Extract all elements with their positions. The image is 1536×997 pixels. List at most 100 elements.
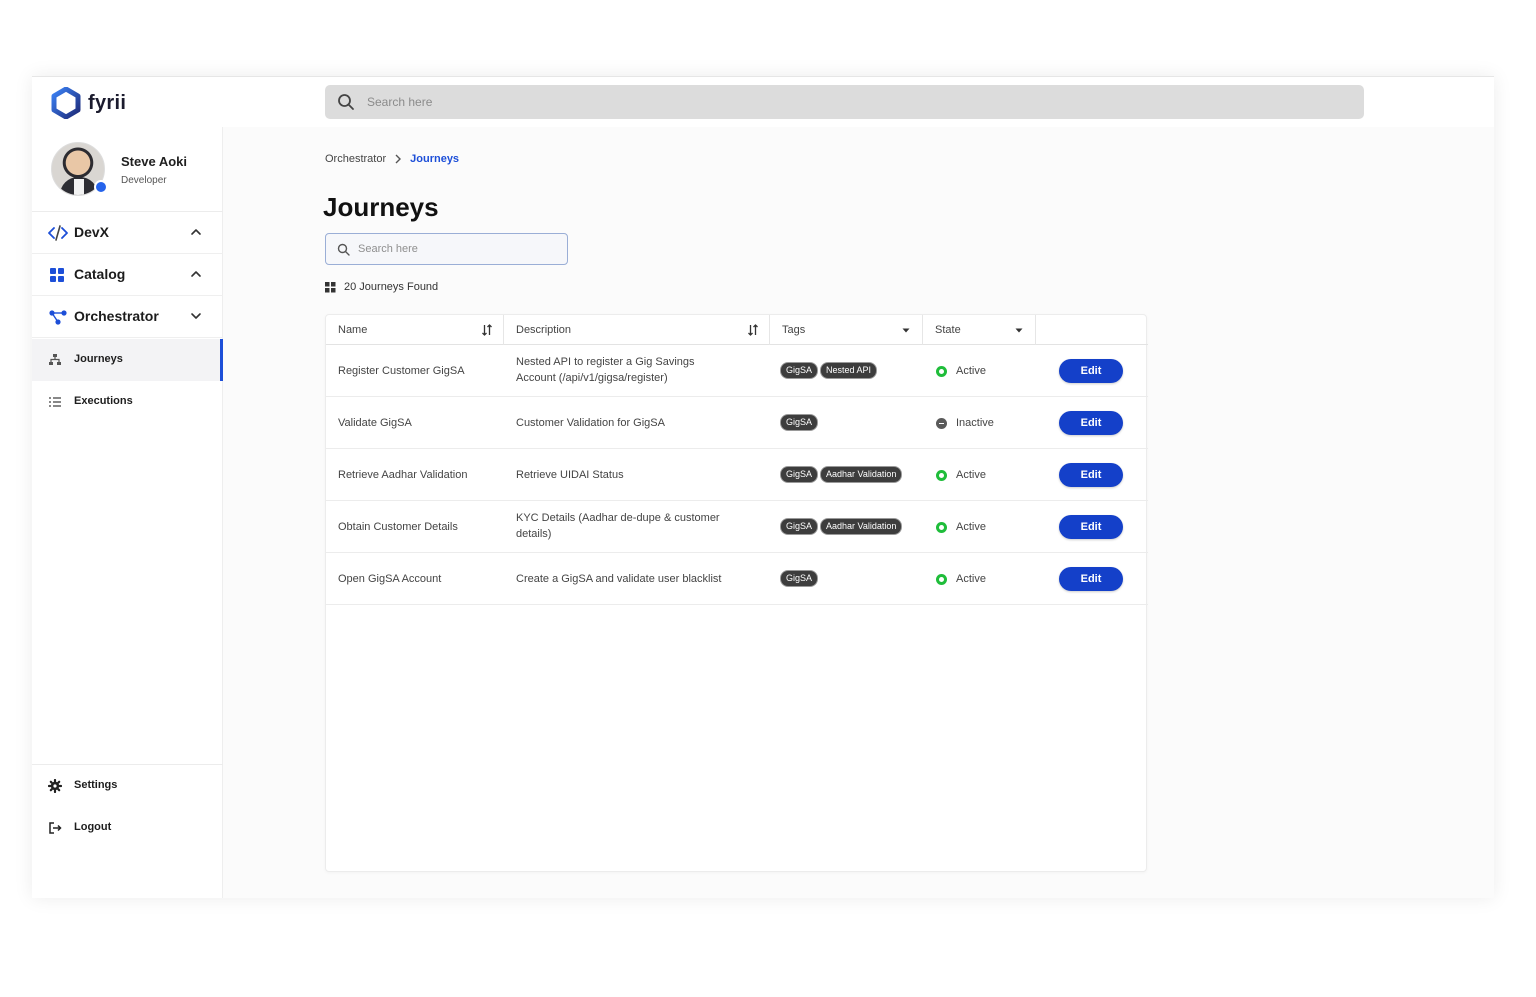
status-inactive-icon: [936, 417, 947, 429]
sidebar-group-catalog[interactable]: Catalog: [32, 254, 223, 296]
journey-tags: GigSA Aadhar Validation: [781, 467, 902, 482]
description-line: Nested API to register a Gig Savings: [516, 356, 695, 368]
chevron-up-icon[interactable]: [190, 226, 202, 238]
journey-tags: GigSA Nested API: [781, 363, 877, 378]
tag-badge[interactable]: Nested API: [821, 363, 877, 378]
sidebar: Steve Aoki Developer DevX Catalog Orches…: [32, 127, 223, 898]
sidebar-item-executions[interactable]: Executions: [32, 381, 223, 423]
status-active-icon: [936, 573, 947, 585]
sort-icon[interactable]: [481, 324, 493, 336]
gear-icon: [48, 779, 62, 793]
chevron-up-icon[interactable]: [190, 268, 202, 280]
sidebar-item-label: Logout: [74, 821, 112, 833]
journey-state: Active: [936, 467, 986, 483]
sidebar-footer: Settings Logout: [32, 764, 223, 834]
app-window: fyrii Search here Steve Aoki Developer D…: [32, 76, 1494, 898]
user-name: Steve Aoki: [121, 154, 187, 169]
edit-badge-icon: [94, 180, 108, 194]
results-count: 20 Journeys Found: [325, 281, 438, 293]
column-header-description[interactable]: Description: [504, 315, 770, 345]
status-active-icon: [936, 469, 947, 481]
tag-badge[interactable]: GigSA: [781, 467, 818, 482]
logo[interactable]: fyrii: [50, 87, 126, 119]
page-title: Journeys: [323, 192, 439, 222]
sidebar-item-label: Executions: [74, 395, 133, 407]
column-header-tags[interactable]: Tags: [770, 315, 923, 345]
global-search-placeholder: Search here: [367, 95, 433, 109]
status-active-icon: [936, 365, 947, 377]
app-name: fyrii: [88, 91, 127, 114]
table-row[interactable]: Validate GigSA Customer Validation for G…: [326, 397, 1148, 449]
chevron-right-icon: [395, 154, 402, 164]
tag-badge[interactable]: GigSA: [781, 571, 818, 586]
column-header-label: Name: [338, 324, 368, 336]
search-icon: [338, 94, 354, 110]
user-role: Developer: [121, 175, 167, 186]
sidebar-item-journeys[interactable]: Journeys: [32, 339, 223, 381]
description-line: KYC Details (Aadhar de-dupe & customer: [516, 512, 720, 524]
fyrii-logo-icon: [51, 87, 81, 119]
journey-name: Obtain Customer Details: [338, 521, 458, 533]
journeys-search-placeholder: Search here: [358, 243, 418, 255]
column-header-name[interactable]: Name: [326, 315, 504, 345]
journey-name: Retrieve Aadhar Validation: [338, 469, 468, 481]
status-label: Active: [956, 469, 986, 481]
status-label: Active: [956, 573, 986, 585]
journey-description: Nested API to register a Gig Savings Acc…: [516, 354, 748, 386]
sort-icon[interactable]: [747, 324, 759, 336]
sidebar-item-settings[interactable]: Settings: [32, 765, 223, 807]
sidebar-group-orchestrator[interactable]: Orchestrator: [32, 296, 223, 338]
status-label: Active: [956, 521, 986, 533]
journey-description: KYC Details (Aadhar de-dupe & customer d…: [516, 510, 748, 542]
workflow-icon: [49, 310, 67, 325]
sidebar-group-label: DevX: [74, 224, 110, 240]
column-header-state[interactable]: State: [923, 315, 1036, 345]
sidebar-item-label: Settings: [74, 779, 118, 791]
edit-button[interactable]: Edit: [1059, 463, 1123, 487]
sidebar-item-label: Journeys: [74, 353, 123, 365]
journey-state: Active: [936, 519, 986, 535]
description-line: Account (/api/v1/gigsa/register): [516, 372, 668, 384]
description-line: Customer Validation for GigSA: [516, 417, 665, 429]
tag-badge[interactable]: Aadhar Validation: [821, 467, 902, 482]
results-count-text: 20 Journeys Found: [344, 281, 439, 293]
journey-name: Open GigSA Account: [338, 573, 442, 585]
top-bar: fyrii Search here: [32, 76, 1494, 127]
table-row[interactable]: Register Customer GigSA Nested API to re…: [326, 345, 1148, 397]
tag-badge[interactable]: GigSA: [781, 415, 818, 430]
journey-name: Register Customer GigSA: [338, 365, 465, 377]
sidebar-group-label: Orchestrator: [74, 308, 159, 324]
journey-state: Inactive: [936, 415, 994, 431]
tag-badge[interactable]: GigSA: [781, 519, 818, 534]
description-line: details): [516, 528, 552, 540]
journeys-table: Name Description Tags State Register Cus…: [325, 314, 1148, 872]
tag-badge[interactable]: GigSA: [781, 363, 818, 378]
edit-button[interactable]: Edit: [1059, 567, 1123, 591]
status-active-icon: [936, 521, 947, 533]
global-search-input[interactable]: Search here: [325, 85, 1364, 119]
table-row[interactable]: Retrieve Aadhar Validation Retrieve UIDA…: [326, 449, 1148, 501]
breadcrumb: Orchestrator Journeys: [325, 153, 459, 165]
edit-button[interactable]: Edit: [1059, 359, 1123, 383]
journey-tags: GigSA: [781, 571, 818, 586]
sidebar-group-devx[interactable]: DevX: [32, 212, 223, 254]
journeys-search-input[interactable]: Search here: [325, 233, 568, 265]
table-row[interactable]: Open GigSA Account Create a GigSA and va…: [326, 553, 1148, 605]
sidebar-item-logout[interactable]: Logout: [32, 807, 223, 849]
edit-button[interactable]: Edit: [1059, 515, 1123, 539]
journey-name: Validate GigSA: [338, 417, 412, 429]
breadcrumb-parent[interactable]: Orchestrator: [325, 153, 386, 165]
edit-button[interactable]: Edit: [1059, 411, 1123, 435]
tag-badge[interactable]: Aadhar Validation: [821, 519, 902, 534]
column-header-actions: [1036, 315, 1148, 345]
column-header-label: State: [935, 324, 961, 336]
journey-description: Create a GigSA and validate user blackli…: [516, 571, 748, 587]
column-header-label: Tags: [782, 324, 806, 336]
caret-down-icon[interactable]: [1013, 324, 1025, 336]
table-row[interactable]: Obtain Customer Details KYC Details (Aad…: [326, 501, 1148, 553]
chevron-down-icon[interactable]: [190, 310, 202, 322]
caret-down-icon[interactable]: [900, 324, 912, 336]
user-profile[interactable]: Steve Aoki Developer: [32, 127, 223, 212]
status-label: Active: [956, 365, 986, 377]
sidebar-group-label: Catalog: [74, 266, 126, 282]
